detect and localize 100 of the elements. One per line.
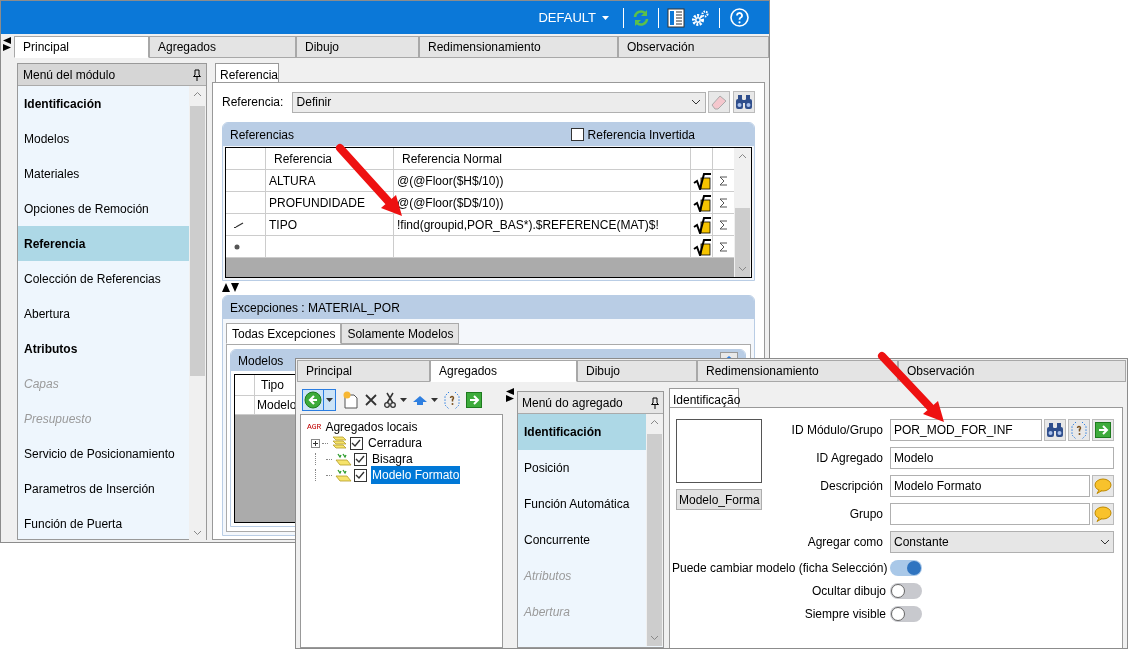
menu-item[interactable]: Materiales	[18, 156, 189, 191]
input-field[interactable]: Modelo Formato	[890, 475, 1090, 497]
square-root-icon[interactable]	[692, 237, 711, 256]
field-label: Referencia:	[222, 94, 285, 111]
browse-button[interactable]	[1068, 419, 1090, 441]
table-cell-text: @(@Floor($H$/10))	[397, 172, 504, 190]
splitter-arrows-icon[interactable]	[222, 283, 239, 292]
tab[interactable]: Redimensionamiento	[697, 360, 898, 382]
sigma-icon[interactable]	[719, 219, 728, 230]
toggle-switch[interactable]	[890, 560, 922, 576]
menu-item[interactable]: Función de Puerta	[18, 506, 189, 541]
pin-icon[interactable]	[651, 396, 659, 409]
new-row-icon	[234, 243, 240, 250]
checkbox[interactable]	[354, 452, 367, 466]
table-cell-text: PROFUNDIDADE	[269, 194, 365, 212]
tab[interactable]: Dibujo	[577, 360, 697, 382]
sigma-icon[interactable]	[719, 241, 728, 252]
menu-item[interactable]: Colección de Referencias	[18, 261, 189, 296]
panel-toggle-icon[interactable]	[3, 37, 11, 51]
panel-toggle-icon[interactable]	[506, 388, 514, 402]
menu-item[interactable]: Concurrente	[518, 522, 646, 558]
tab[interactable]: Principal	[14, 36, 149, 58]
scrollbar[interactable]	[646, 414, 663, 646]
tab[interactable]: Observación	[618, 36, 769, 58]
toggle-switch[interactable]	[890, 583, 922, 599]
layout-icon[interactable]	[667, 7, 685, 28]
new-document-icon[interactable]	[342, 391, 358, 409]
pin-icon[interactable]	[193, 68, 201, 81]
caret-down-icon	[326, 398, 333, 402]
speech-bubble-icon	[1093, 478, 1113, 494]
menu-item[interactable]: Abertura	[18, 296, 189, 331]
tab[interactable]: Dibujo	[296, 36, 419, 58]
input-field[interactable]: Modelo	[890, 447, 1114, 469]
scissors-icon[interactable]	[384, 392, 396, 408]
search-button[interactable]	[1044, 419, 1066, 441]
reference-dropdown[interactable]: Definir	[291, 91, 707, 113]
column-header: Referencia Normal	[394, 148, 691, 169]
tree-item[interactable]: Modelo Formato	[371, 466, 461, 484]
tag-label: AGR	[307, 421, 322, 433]
table-cell-text: Modelo	[256, 397, 297, 414]
sigma-icon[interactable]	[719, 175, 728, 186]
square-root-icon[interactable]	[692, 193, 711, 212]
input-field[interactable]	[890, 503, 1090, 525]
forward-arrow-icon	[1095, 422, 1111, 438]
square-root-icon[interactable]	[692, 171, 711, 190]
go-button[interactable]	[1092, 419, 1114, 441]
checkbox[interactable]	[570, 128, 584, 141]
binoculars-icon	[1046, 422, 1064, 438]
caret-down-icon	[400, 398, 407, 402]
expand-icon[interactable]	[311, 438, 320, 448]
dotted-bracket-icon	[1071, 421, 1087, 439]
checkbox[interactable]	[354, 468, 367, 482]
square-root-icon[interactable]	[692, 215, 711, 234]
menu-item[interactable]: Posición	[518, 450, 646, 486]
toggle-switch[interactable]	[890, 606, 922, 622]
menu-item[interactable]: Identificación	[518, 414, 646, 450]
search-button[interactable]	[733, 91, 755, 113]
scrollbar[interactable]	[189, 86, 206, 541]
group-title: Excepciones : MATERIAL_POR	[230, 299, 400, 317]
field-label: ID Módulo/Grupo	[790, 422, 883, 439]
settings-icon[interactable]	[691, 8, 709, 27]
menu-item[interactable]: Referencia	[18, 226, 189, 261]
tab[interactable]: Agregados	[149, 36, 296, 58]
menu-item[interactable]: Función Automática	[518, 486, 646, 522]
tab[interactable]: Redimensionamiento	[419, 36, 618, 58]
help-icon[interactable]	[730, 8, 749, 27]
profile-dropdown[interactable]: DEFAULT	[538, 7, 609, 28]
forward-arrow-icon[interactable]	[466, 392, 482, 408]
tab[interactable]: Identificação	[669, 388, 739, 407]
dropdown[interactable]: Constante	[890, 531, 1114, 553]
tree-item[interactable]: Agregados locais	[325, 418, 418, 436]
chevron-down-icon	[1100, 539, 1110, 545]
back-button[interactable]	[302, 389, 336, 411]
image-button[interactable]: Modelo_Forma	[676, 489, 762, 510]
tab[interactable]: Principal	[297, 360, 430, 382]
sigma-icon[interactable]	[719, 197, 728, 208]
caret-down-icon	[602, 15, 609, 20]
dotted-bracket-icon[interactable]	[444, 391, 460, 409]
field-label: Grupo	[848, 506, 883, 523]
delete-icon[interactable]	[364, 393, 378, 407]
menu-item[interactable]: Atributos	[18, 331, 189, 366]
tree-item[interactable]: Cerradura	[367, 434, 424, 452]
tab[interactable]: Todas Excepciones	[226, 323, 342, 344]
chevron-down-icon	[691, 99, 702, 105]
checkbox[interactable]	[350, 436, 363, 450]
tree-item[interactable]: Bisagra	[371, 450, 414, 468]
tab[interactable]: Observación	[898, 360, 1126, 382]
input-field[interactable]: POR_MOD_FOR_INF	[890, 419, 1042, 441]
tab[interactable]: Agregados	[430, 360, 577, 382]
menu-item[interactable]: Identificación	[18, 86, 189, 121]
scrollbar[interactable]	[734, 148, 751, 277]
tab[interactable]: Referencia	[215, 63, 279, 82]
caret-down-icon	[431, 398, 438, 402]
menu-item[interactable]: Modelos	[18, 121, 189, 156]
menu-item[interactable]: Servicio de Posicionamiento	[18, 436, 189, 471]
panel-title: Menú do agregado	[522, 394, 623, 412]
up-arrow-icon[interactable]	[413, 395, 427, 405]
menu-item[interactable]: Parametros de Inserción	[18, 471, 189, 506]
menu-item[interactable]: Opciones de Remoción	[18, 191, 189, 226]
tab[interactable]: Solamente Modelos	[341, 323, 460, 344]
